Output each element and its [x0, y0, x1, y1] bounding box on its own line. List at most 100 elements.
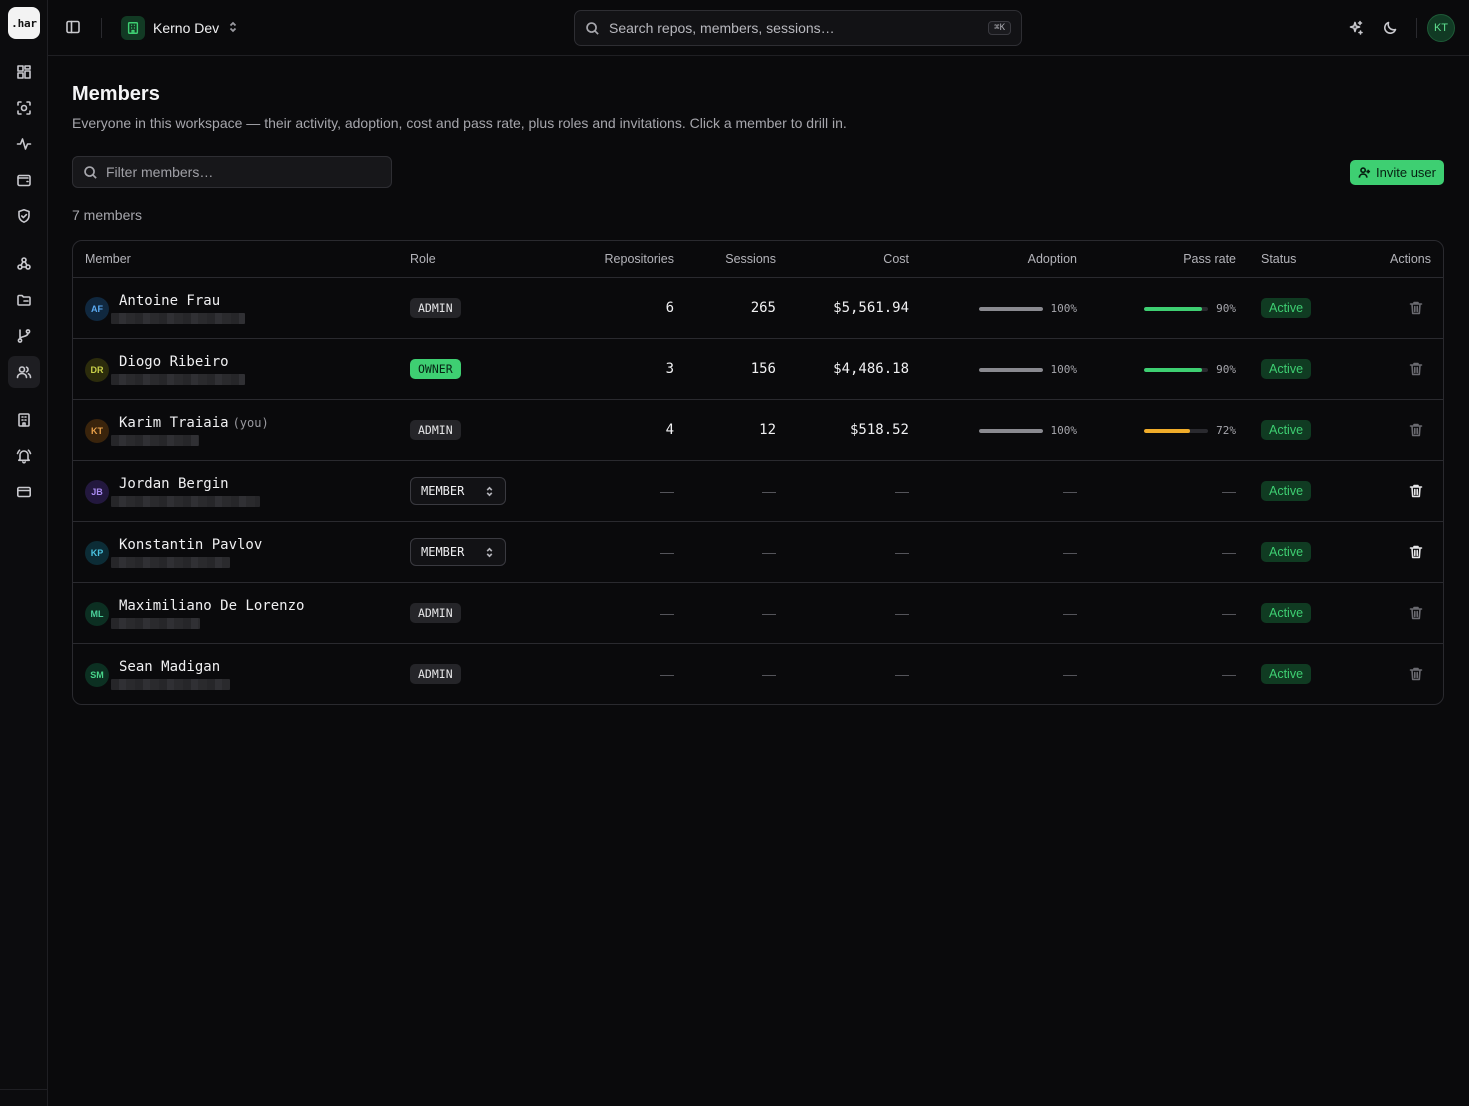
adoption-bar-fill — [978, 367, 1043, 372]
table-row[interactable]: ML Maximiliano De Lorenzo ADMIN — — — — … — [73, 583, 1443, 644]
trash-icon — [1409, 362, 1423, 376]
sidebar-item-alerts[interactable] — [8, 440, 40, 472]
member-name-text: Maximiliano De Lorenzo — [119, 598, 305, 614]
sessions-count: 12 — [759, 422, 776, 438]
sessions-empty: — — [762, 483, 776, 499]
sidebar-item-branches[interactable] — [8, 320, 40, 352]
cost-empty: — — [895, 666, 909, 682]
pass-rate-bar — [1144, 428, 1209, 433]
member-name: Karim Traiaia (you) — [119, 415, 269, 431]
workspace-icon — [121, 16, 145, 40]
delete-member-button[interactable] — [1408, 666, 1424, 685]
member-avatar: SM — [85, 663, 109, 687]
pass-rate-empty: — — [1222, 483, 1236, 499]
table-row[interactable]: SM Sean Madigan ADMIN — — — — — Active — [73, 644, 1443, 704]
delete-member-button[interactable] — [1408, 605, 1424, 624]
chevrons-up-down-icon — [486, 486, 493, 496]
sidebar: .har — [0, 0, 48, 1106]
cost-value: $518.52 — [849, 422, 909, 438]
member-name-text: Antoine Frau — [119, 293, 221, 309]
member-email-redacted — [111, 557, 230, 568]
table-row[interactable]: AF Antoine Frau ADMIN 6 265 $5,561.94 10… — [73, 278, 1443, 339]
column-header-adoption: Adoption — [1027, 252, 1077, 266]
member-name: Sean Madigan — [119, 659, 220, 675]
delete-member-button[interactable] — [1408, 422, 1424, 441]
app-logo[interactable]: .har — [8, 7, 40, 39]
table-row[interactable]: KT Karim Traiaia (you) ADMIN 4 12 $518.52… — [73, 400, 1443, 461]
status-badge: Active — [1261, 481, 1312, 501]
search-shortcut-badge: ⌘K — [988, 21, 1011, 35]
sessions-count: 265 — [750, 300, 776, 316]
table-row[interactable]: JB Jordan Bergin MEMBER — — — — — Active — [73, 461, 1443, 522]
theme-toggle-button[interactable] — [1376, 14, 1404, 42]
sidebar-item-dashboard[interactable] — [8, 56, 40, 88]
sidebar-item-members[interactable] — [8, 356, 40, 388]
invite-user-button[interactable]: Invite user — [1350, 160, 1444, 185]
delete-member-button[interactable] — [1408, 544, 1424, 563]
status-badge: Active — [1261, 359, 1312, 379]
role-badge: ADMIN — [410, 420, 461, 440]
member-avatar: AF — [85, 297, 109, 321]
adoption-percent: 100% — [1050, 302, 1078, 315]
chevrons-up-down-icon — [486, 547, 493, 557]
column-header-status: Status — [1261, 252, 1297, 266]
member-name-text: Konstantin Pavlov — [119, 537, 263, 553]
role-badge: ADMIN — [410, 298, 461, 318]
sidebar-item-activity[interactable] — [8, 128, 40, 160]
member-filter-input[interactable] — [106, 164, 366, 180]
sidebar-item-repositories[interactable] — [8, 284, 40, 316]
ai-sparkles-button[interactable] — [1342, 14, 1370, 42]
column-header-repositories: Repositories — [604, 252, 674, 266]
status-badge: Active — [1261, 298, 1312, 318]
workspace-switcher[interactable]: Kerno Dev — [121, 16, 239, 40]
sessions-empty: — — [762, 666, 776, 682]
sidebar-item-security[interactable] — [8, 200, 40, 232]
member-name-text: Sean Madigan — [119, 659, 221, 675]
sidebar-item-billing[interactable] — [8, 476, 40, 508]
table-header: Member Role Repositories Sessions Cost A… — [73, 241, 1443, 278]
adoption-empty: — — [1063, 666, 1077, 682]
member-avatar: JB — [85, 480, 109, 504]
bell-icon — [16, 449, 32, 464]
member-email-redacted — [111, 618, 200, 629]
network-icon — [17, 257, 31, 270]
delete-member-button[interactable] — [1408, 483, 1424, 502]
pass-rate-empty: — — [1222, 666, 1236, 682]
role-select[interactable]: MEMBER — [410, 477, 506, 505]
topbar-divider — [101, 18, 102, 38]
repositories-count: 4 — [665, 422, 674, 438]
delete-member-button[interactable] — [1408, 300, 1424, 319]
role-badge: OWNER — [410, 359, 461, 379]
sidebar-divider — [0, 1089, 48, 1090]
sidebar-item-organization[interactable] — [8, 404, 40, 436]
pass-rate-bar-fill — [1144, 428, 1191, 433]
git-branch-icon — [17, 329, 31, 343]
member-name: Konstantin Pavlov — [119, 537, 262, 553]
adoption-bar — [978, 367, 1043, 372]
delete-member-button[interactable] — [1408, 361, 1424, 380]
status-badge: Active — [1261, 542, 1312, 562]
dashboard-icon — [17, 65, 31, 79]
trash-icon — [1409, 545, 1423, 559]
user-plus-icon — [1358, 167, 1371, 178]
member-name: Jordan Bergin — [119, 476, 229, 492]
sidebar-item-sessions[interactable] — [8, 92, 40, 124]
user-avatar[interactable]: KT — [1427, 14, 1455, 42]
invite-user-label: Invite user — [1376, 165, 1436, 180]
table-row[interactable]: KP Konstantin Pavlov MEMBER — — — — — Ac… — [73, 522, 1443, 583]
sessions-count: 156 — [750, 361, 776, 377]
moon-icon — [1384, 21, 1397, 34]
table-row[interactable]: DR Diogo Ribeiro OWNER 3 156 $4,486.18 1… — [73, 339, 1443, 400]
adoption-bar — [978, 428, 1043, 433]
global-search[interactable]: Search repos, members, sessions… ⌘K — [574, 10, 1022, 46]
panel-toggle-button[interactable] — [65, 19, 81, 38]
sidebar-item-wallet[interactable] — [8, 164, 40, 196]
sparkles-icon — [1349, 20, 1363, 35]
cost-empty: — — [895, 544, 909, 560]
role-select-value: MEMBER — [421, 545, 465, 559]
sidebar-item-integrations[interactable] — [8, 248, 40, 280]
role-select[interactable]: MEMBER — [410, 538, 506, 566]
adoption-percent: 100% — [1050, 424, 1078, 437]
trash-icon — [1409, 301, 1423, 315]
adoption-bar-fill — [978, 428, 1043, 433]
